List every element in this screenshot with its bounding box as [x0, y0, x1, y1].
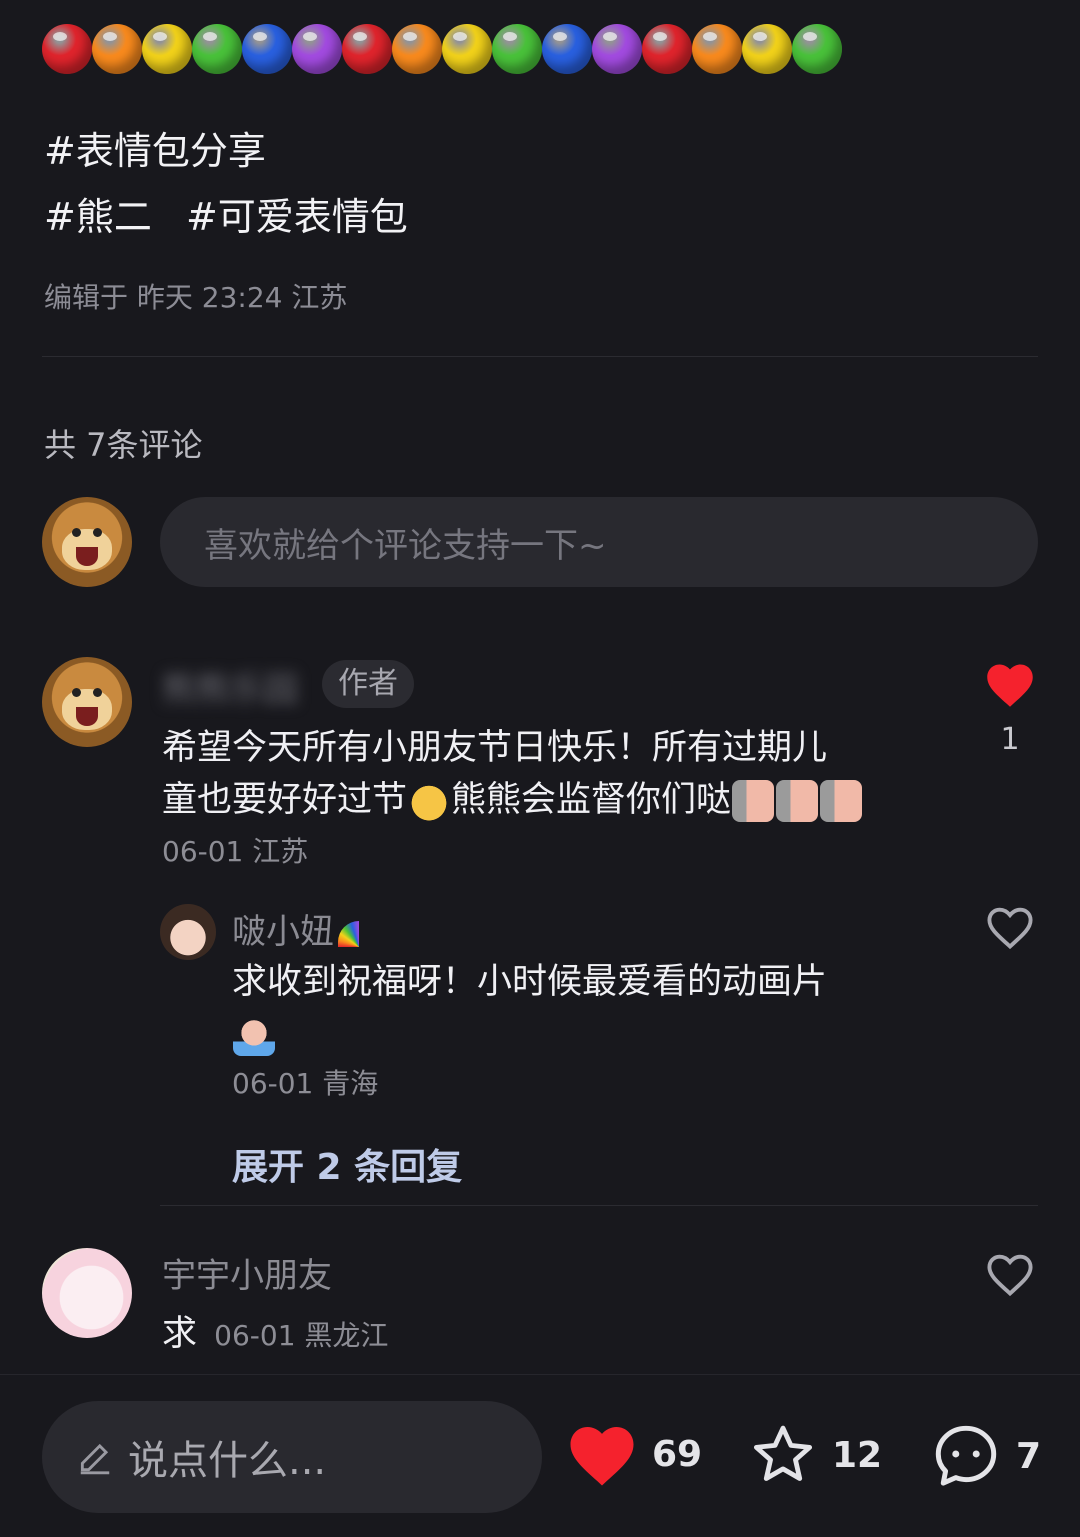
replier-avatar[interactable]: [160, 904, 216, 960]
rainbow-emoji-icon: [338, 920, 380, 947]
comment-meta: 06-01 江苏: [162, 835, 309, 868]
edit-time: 编辑于 昨天 23:24 江苏: [44, 281, 348, 314]
heart-filled-icon[interactable]: [984, 660, 1036, 708]
star-icon: [753, 1425, 813, 1481]
reply-like[interactable]: [980, 903, 1040, 951]
rainbow-ball-icon: [792, 24, 842, 74]
commenter-avatar[interactable]: [42, 657, 132, 747]
tag-link[interactable]: #表情包分享: [44, 129, 266, 173]
comment-like[interactable]: 1: [980, 660, 1040, 757]
divider: [42, 356, 1038, 357]
bottom-action-bar: 说点什么... 69 12 7: [0, 1374, 1080, 1537]
rainbow-ball-icon: [342, 24, 392, 74]
author-badge: 作者: [322, 660, 414, 708]
comment-count: 7: [1016, 1435, 1042, 1477]
sticker-emoji-icon: [776, 780, 819, 822]
doge-emoji-icon: [408, 780, 451, 822]
rainbow-ball-icon: [92, 24, 142, 74]
comment-like[interactable]: [980, 1250, 1040, 1298]
rainbow-ball-icon: [142, 24, 192, 74]
rainbow-ball-row: [42, 24, 842, 74]
rainbow-ball-icon: [42, 24, 92, 74]
rainbow-ball-icon: [292, 24, 342, 74]
rainbow-ball-icon: [392, 24, 442, 74]
post-like-button[interactable]: 69: [566, 1421, 702, 1487]
rainbow-ball-icon: [192, 24, 242, 74]
heart-filled-icon: [570, 1427, 634, 1486]
sticker-emoji-icon: [732, 780, 775, 822]
like-count: 1: [1000, 722, 1020, 757]
comment-text: 希望今天所有小朋友节日快乐！所有过期儿 童也要好好过节 熊熊会监督你们哒: [162, 722, 942, 826]
post-tags: #表情包分享 #熊二 #可爱表情包: [44, 118, 430, 250]
post-like-count: 69: [652, 1433, 703, 1475]
crying-emoji-icon: [233, 1014, 275, 1056]
rainbow-ball-icon: [692, 24, 742, 74]
heart-outline-icon[interactable]: [984, 1250, 1036, 1298]
bottom-comment-input[interactable]: 说点什么...: [42, 1401, 542, 1513]
favorite-button[interactable]: 12: [748, 1421, 882, 1489]
rainbow-ball-icon: [742, 24, 792, 74]
comment-button[interactable]: 7: [930, 1421, 1041, 1491]
comment-count-header: 共 7条评论: [44, 426, 203, 464]
comment-input[interactable]: 喜欢就给个评论支持一下~: [160, 497, 1038, 587]
sticker-emoji-icon: [820, 780, 863, 822]
commenter-name[interactable]: 熊熊乐园: [162, 662, 298, 711]
pencil-icon: [80, 1443, 110, 1475]
commenter-avatar[interactable]: [42, 1248, 132, 1338]
my-avatar[interactable]: [42, 497, 132, 587]
tag-link[interactable]: #可爱表情包: [186, 195, 408, 239]
divider: [160, 1205, 1038, 1206]
comment-meta: 06-01 黑龙江: [214, 1319, 389, 1352]
comment-text: 求 06-01 黑龙江: [162, 1314, 389, 1354]
rainbow-ball-icon: [592, 24, 642, 74]
tag-link[interactable]: #熊二: [44, 195, 152, 239]
rainbow-ball-icon: [642, 24, 692, 74]
reply-text: 求收到祝福呀！小时候最爱看的动画片: [232, 956, 932, 1060]
chat-bubble-icon: [935, 1425, 997, 1486]
heart-outline-icon[interactable]: [984, 903, 1036, 951]
rainbow-ball-icon: [492, 24, 542, 74]
rainbow-ball-icon: [242, 24, 292, 74]
rainbow-ball-icon: [442, 24, 492, 74]
expand-replies-button[interactable]: 展开 2 条回复: [232, 1138, 462, 1190]
commenter-name[interactable]: 宇宇小朋友: [162, 1248, 332, 1297]
rainbow-ball-icon: [542, 24, 592, 74]
favorite-count: 12: [832, 1434, 883, 1476]
replier-name[interactable]: 啵小妞: [232, 904, 380, 953]
reply-meta: 06-01 青海: [232, 1067, 379, 1100]
